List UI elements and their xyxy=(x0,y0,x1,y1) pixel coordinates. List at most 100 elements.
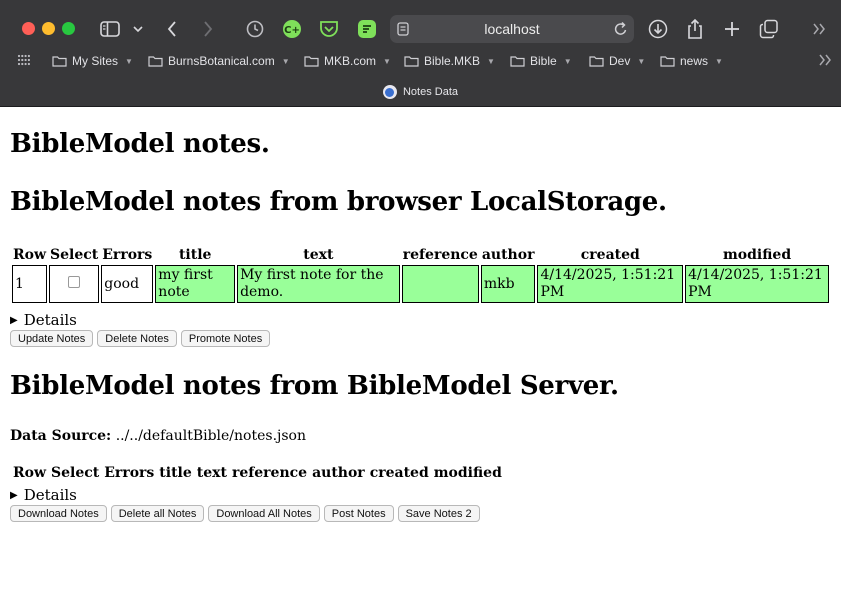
page-title: BibleModel notes. xyxy=(10,129,270,159)
download-all-notes-button[interactable]: Download All Notes xyxy=(208,505,320,522)
address-bar[interactable]: localhost xyxy=(390,15,634,43)
column-header-modified: modified xyxy=(433,465,502,481)
text-cell[interactable]: My first note for the demo. xyxy=(237,265,400,303)
select-cell xyxy=(49,265,100,303)
folder-icon xyxy=(148,56,163,67)
download-notes-button[interactable]: Download Notes xyxy=(10,505,107,522)
forward-button[interactable] xyxy=(199,17,217,41)
toolbar-divider xyxy=(0,106,841,107)
minimize-window-button[interactable] xyxy=(42,22,55,35)
column-header-created: created xyxy=(369,465,429,481)
downloads-icon[interactable] xyxy=(647,17,669,41)
pocket-icon[interactable] xyxy=(318,17,340,41)
bookmark-folder-mkb[interactable]: MKB.com ▼ xyxy=(304,54,391,68)
extension-cplus-icon[interactable]: C+ xyxy=(281,17,303,41)
bookmark-label: Bible xyxy=(530,54,557,68)
column-header-author: author xyxy=(481,247,535,263)
tab-overview-icon[interactable] xyxy=(758,17,780,41)
table-header-row: Row Select Errors title text reference a… xyxy=(12,247,829,263)
column-header-created: created xyxy=(580,247,640,263)
chevron-down-icon: ▼ xyxy=(487,56,495,66)
local-notes-actions: Update Notes Delete Notes Promote Notes xyxy=(10,330,271,347)
local-notes-table: Row Select Errors title text reference a… xyxy=(10,245,831,305)
close-window-button[interactable] xyxy=(22,22,35,35)
reference-cell[interactable] xyxy=(401,265,479,303)
author-cell[interactable]: mkb xyxy=(480,265,536,303)
column-header-modified: modified xyxy=(722,247,792,263)
folder-icon xyxy=(660,56,675,67)
promote-notes-button[interactable]: Promote Notes xyxy=(180,330,271,347)
save-notes-2-button[interactable]: Save Notes 2 xyxy=(397,505,480,522)
bookmarks-overflow-icon[interactable] xyxy=(818,54,832,66)
server-notes-table-header: Row Select Errors title text reference a… xyxy=(13,465,502,481)
data-source-value: ../../defaultBible/notes.json xyxy=(115,428,306,444)
bookmark-label: Dev xyxy=(609,54,631,68)
update-notes-button[interactable]: Update Notes xyxy=(10,330,94,347)
column-header-text: text xyxy=(196,465,227,481)
folder-icon xyxy=(510,56,525,67)
server-notes-heading: BibleModel notes from BibleModel Server. xyxy=(10,371,619,401)
errors-cell: good xyxy=(101,265,154,303)
feedly-icon[interactable] xyxy=(356,17,378,41)
select-checkbox[interactable] xyxy=(68,275,81,288)
column-header-title: title xyxy=(178,247,212,263)
data-source-label: Data Source: xyxy=(10,428,112,444)
chevron-down-icon: ▼ xyxy=(637,56,646,66)
zoom-window-button[interactable] xyxy=(62,22,75,35)
new-tab-icon[interactable] xyxy=(721,17,743,41)
tab-notes-data[interactable]: Notes Data xyxy=(0,82,841,102)
svg-text:C+: C+ xyxy=(284,25,300,36)
column-header-text: text xyxy=(303,247,334,263)
data-source-line: Data Source: ../../defaultBible/notes.js… xyxy=(10,428,306,444)
show-all-bookmarks-icon[interactable] xyxy=(17,54,31,66)
folder-icon xyxy=(589,56,604,67)
chevron-down-icon[interactable] xyxy=(131,17,145,41)
column-header-select: Select xyxy=(50,247,99,263)
table-row: 1 good my first note My first note for t… xyxy=(12,265,829,303)
column-header-row: Row xyxy=(13,247,47,263)
bookmark-folder-burnsbotanical[interactable]: BurnsBotanical.com ▼ xyxy=(148,54,290,68)
local-details-toggle[interactable]: ▶ Details xyxy=(10,311,77,329)
server-notes-actions: Download Notes Delete all Notes Download… xyxy=(10,505,480,522)
tab-title: Notes Data xyxy=(402,86,459,98)
folder-icon xyxy=(304,56,319,67)
browser-toolbar: C+ localhost My Sites ▼ BurnsBotanical.c… xyxy=(0,0,841,106)
sidebar-icon[interactable] xyxy=(99,17,121,41)
bookmark-folder-bible[interactable]: Bible ▼ xyxy=(510,54,572,68)
chevron-down-icon: ▼ xyxy=(715,56,723,66)
bookmark-label: Bible.MKB xyxy=(424,54,481,68)
chevron-down-icon: ▼ xyxy=(383,56,391,66)
bookmark-folder-dev[interactable]: Dev ▼ xyxy=(589,54,645,68)
bookmark-folder-news[interactable]: news ▼ xyxy=(660,54,723,68)
column-header-reference: reference xyxy=(231,465,308,481)
chevron-down-icon: ▼ xyxy=(125,56,133,66)
column-header-row: Row xyxy=(13,465,47,481)
share-icon[interactable] xyxy=(684,17,706,41)
history-icon[interactable] xyxy=(244,17,266,41)
disclosure-triangle-icon: ▶ xyxy=(10,489,18,501)
column-header-author: author xyxy=(312,465,365,481)
bookmark-label: My Sites xyxy=(72,54,119,68)
toolbar-overflow-icon[interactable] xyxy=(810,17,828,41)
bookmark-label: MKB.com xyxy=(324,54,377,68)
disclosure-triangle-icon: ▶ xyxy=(10,314,18,326)
tab-favicon-icon xyxy=(382,85,397,99)
delete-notes-button[interactable]: Delete Notes xyxy=(97,330,177,347)
delete-all-notes-button[interactable]: Delete all Notes xyxy=(110,505,205,522)
details-label: Details xyxy=(23,311,77,329)
post-notes-button[interactable]: Post Notes xyxy=(323,505,394,522)
title-cell[interactable]: my first note xyxy=(155,265,236,303)
folder-icon xyxy=(404,56,419,67)
folder-icon xyxy=(52,56,67,67)
bookmark-folder-bible-mkb[interactable]: Bible.MKB ▼ xyxy=(404,54,495,68)
back-button[interactable] xyxy=(163,17,181,41)
column-header-select: Select xyxy=(51,465,100,481)
modified-cell: 4/14/2025, 1:51:21 PM xyxy=(685,265,829,303)
url-text: localhost xyxy=(484,21,540,37)
server-details-toggle[interactable]: ▶ Details xyxy=(10,486,77,504)
bookmark-label: BurnsBotanical.com xyxy=(168,54,275,68)
bookmark-folder-my-sites[interactable]: My Sites ▼ xyxy=(52,54,133,68)
column-header-reference: reference xyxy=(402,247,478,263)
column-header-errors: Errors xyxy=(104,465,155,481)
reload-icon[interactable] xyxy=(614,21,628,41)
